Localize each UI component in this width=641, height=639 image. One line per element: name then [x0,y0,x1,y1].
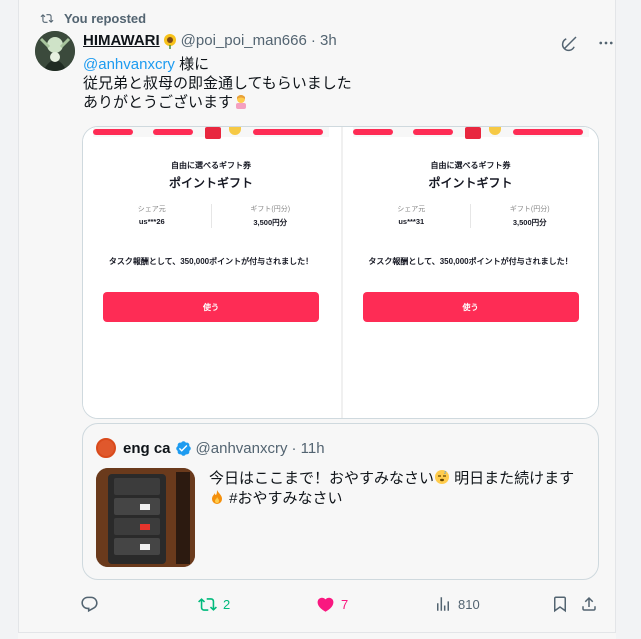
views-icon [437,597,449,611]
quote-text: 今日はここまで！おやすみなさい z 明日また続けます #おやすみなさい [209,469,589,509]
heart-icon [317,597,334,612]
sleepy-face-icon: z [435,470,450,484]
fire-icon [212,490,222,504]
gift-message: タスク報酬として、350,000ポイントが付与されました！ [368,257,573,266]
quoted-tweet[interactable]: eng ca @anhvanxcry · 11h 今日はここまで！おやすみなさい… [82,423,599,580]
use-button: 使う [103,292,319,322]
ribbon-decoration [93,127,329,139]
like-button[interactable]: 7 [316,592,348,616]
gift-message: タスク報酬として、350,000ポイントが付与されました！ [108,257,314,266]
tweet-top-actions [561,34,615,52]
timestamp[interactable]: · 3h [311,32,337,49]
quote-hashtag[interactable]: #おやすみなさい [225,490,342,507]
bookmark-button[interactable] [551,592,569,616]
quote-timestamp: · 11h [291,440,325,457]
gift-card: 自由に選べるギフト券 ポイントギフト シェア元 us***26 ギフト(円分) 3,… [93,127,329,340]
reply-button[interactable] [80,592,99,616]
ribbon-decoration [352,127,589,139]
gift-label: ギフト(円分) [250,206,291,213]
tweet-text-line3: ありがとうございます [83,94,234,111]
gift-card: 自由に選べるギフト券 ポイントギフト シェア元 us***31 ギフト(円分) 3,… [352,127,589,340]
action-bar: 2 7 810 [80,592,605,616]
verified-badge-icon [175,441,191,456]
gift-title: 自由に選べるギフト券 [171,161,251,170]
share-button[interactable] [580,592,598,616]
gift-value: 3,500円分 [512,218,547,227]
handle[interactable]: @poi_poi_man666 [181,32,307,49]
repost-indicator: You reposted [40,11,146,26]
use-button: 使う [362,292,579,322]
repost-count: 2 [223,596,231,612]
gift-heading: ポイントギフト [428,176,513,190]
quote-display-name: eng ca [123,440,171,457]
quote-header: eng ca @anhvanxcry · 11h [123,440,325,457]
gift-info: シェア元 us***31 ギフト(円分) 3,500円分 [353,204,589,228]
repost-button[interactable]: 2 [198,592,230,616]
like-count: 7 [341,596,349,612]
display-name[interactable]: HIMAWARI [83,32,160,49]
repost-icon [40,14,54,23]
gift-title: 自由に選べるギフト券 [430,161,511,170]
grok-icon[interactable] [561,34,579,52]
media-image-1[interactable]: 自由に選べるギフト券 ポイントギフト シェア元 us***26 ギフト(円分) 3,… [83,127,341,418]
tweet-text-line1: 様に [174,56,210,73]
person-bowing-icon [236,95,247,109]
gift-value: 3,500円分 [253,218,288,227]
share-label: シェア元 [397,206,426,213]
tweet-text-line2: 従兄弟と叔母の即金通してもらいました [83,75,352,92]
quote-text-b: 明日また続けます [450,470,575,487]
repost-label: You reposted [64,11,147,26]
views-count: 810 [458,596,480,612]
share-label: シェア元 [137,206,166,213]
tweet-media[interactable]: 自由に選べるギフト券 ポイントギフト シェア元 us***26 ギフト(円分) 3,… [82,126,599,419]
quote-avatar [96,438,116,458]
repost-icon [198,597,217,611]
tweet-text: @anhvanxcry 様に 従兄弟と叔母の即金通してもらいました ありがとうご… [83,55,583,112]
share-value: us***26 [138,217,165,226]
tweet-header: HIMAWARI @poi_poi_man666 · 3h [83,32,337,49]
bookmark-icon [554,596,566,613]
share-value: us***31 [398,217,425,226]
media-image-2[interactable]: 自由に選べるギフト券 ポイントギフト シェア元 us***31 ギフト(円分) 3,… [340,127,598,418]
next-post-edge [18,632,616,639]
quote-thumbnail [96,468,195,567]
views-button[interactable]: 810 [434,592,480,616]
reply-icon [81,596,98,612]
gift-label: ギフト(円分) [509,206,550,213]
more-icon[interactable] [597,34,615,52]
avatar[interactable] [35,31,75,71]
gift-heading: ポイントギフト [168,176,253,190]
mention-link[interactable]: @anhvanxcry [83,56,175,73]
quote-handle: @anhvanxcry [195,440,288,457]
share-icon [582,596,596,611]
sunflower-icon [163,33,176,49]
quote-text-a: 今日はここまで！おやすみなさい [209,470,435,487]
gift-info: シェア元 us***26 ギフト(円分) 3,500円分 [93,204,329,228]
